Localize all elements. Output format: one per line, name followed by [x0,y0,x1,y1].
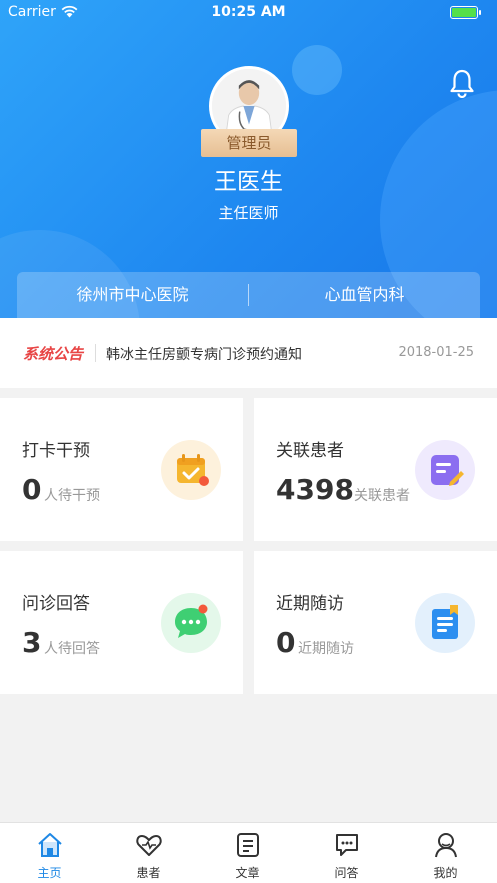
card-subtitle: 近期随访 [298,641,354,657]
tab-qa[interactable]: 问答 [297,823,396,883]
notice-text[interactable]: 韩冰主任房颤专病门诊预约通知 [106,344,302,364]
notice-date: 2018-01-25 [398,345,474,360]
article-icon [237,833,259,857]
edit-note-icon [415,440,475,500]
tab-profile[interactable]: 我的 [396,823,495,883]
divider [95,344,96,362]
organization-bar: 徐州市中心医院 心血管内科 [17,272,480,318]
card-count: 0 [276,626,296,659]
tab-home[interactable]: 主页 [0,823,99,883]
heart-pulse-icon [136,835,162,856]
tab-articles[interactable]: 文章 [198,823,297,883]
chat-bubble-icon [161,593,221,653]
tab-patients[interactable]: 患者 [99,823,198,883]
card-subtitle: 人待干预 [44,488,100,504]
doctor-name: 王医生 [214,169,283,195]
clock: 10:25 AM [211,4,286,20]
bell-icon[interactable] [447,68,477,98]
card-title: 关联患者 [276,441,344,461]
tab-label: 问答 [334,866,359,880]
card-recent-followup[interactable]: 近期随访 0 近期随访 [254,551,497,694]
bottom-tab-bar: 主页 患者 文章 问答 我的 [0,822,497,883]
calendar-check-icon [161,440,221,500]
doctor-title: 主任医师 [218,204,279,222]
notice-tag: 系统公告 [23,345,84,363]
card-linked-patients[interactable]: 关联患者 4398 关联患者 [254,398,497,541]
card-count: 4398 [276,473,354,506]
tab-label: 主页 [37,866,62,880]
system-notice[interactable]: 系统公告 韩冰主任房颤专病门诊预约通知 2018-01-25 [0,318,497,388]
profile-icon [435,833,457,858]
card-title: 打卡干预 [22,441,90,461]
card-subtitle: 关联患者 [354,488,410,504]
tab-label: 患者 [136,866,161,880]
card-consultation-answers[interactable]: 问诊回答 3 人待回答 [0,551,243,694]
card-count: 0 [22,473,42,506]
card-checkin-intervention[interactable]: 打卡干预 0 人待干预 [0,398,243,541]
followup-doc-icon [415,593,475,653]
card-title: 近期随访 [276,594,344,614]
card-count: 3 [22,626,42,659]
home-icon [38,833,62,857]
status-bar: Carrier 10:25 AM [0,0,497,26]
profile-header: Carrier 10:25 AM 管理员 王医生 主任医师 徐州市中心医院 心血… [0,0,497,318]
role-badge: 管理员 [191,129,307,157]
header-decoration [292,45,342,95]
battery-icon [450,6,481,19]
card-subtitle: 人待回答 [44,641,100,657]
tab-label: 我的 [433,866,458,880]
department-name[interactable]: 心血管内科 [249,272,480,318]
hospital-name[interactable]: 徐州市中心医院 [17,272,248,318]
chat-icon [336,834,358,856]
tab-label: 文章 [235,866,260,880]
card-title: 问诊回答 [22,594,90,614]
